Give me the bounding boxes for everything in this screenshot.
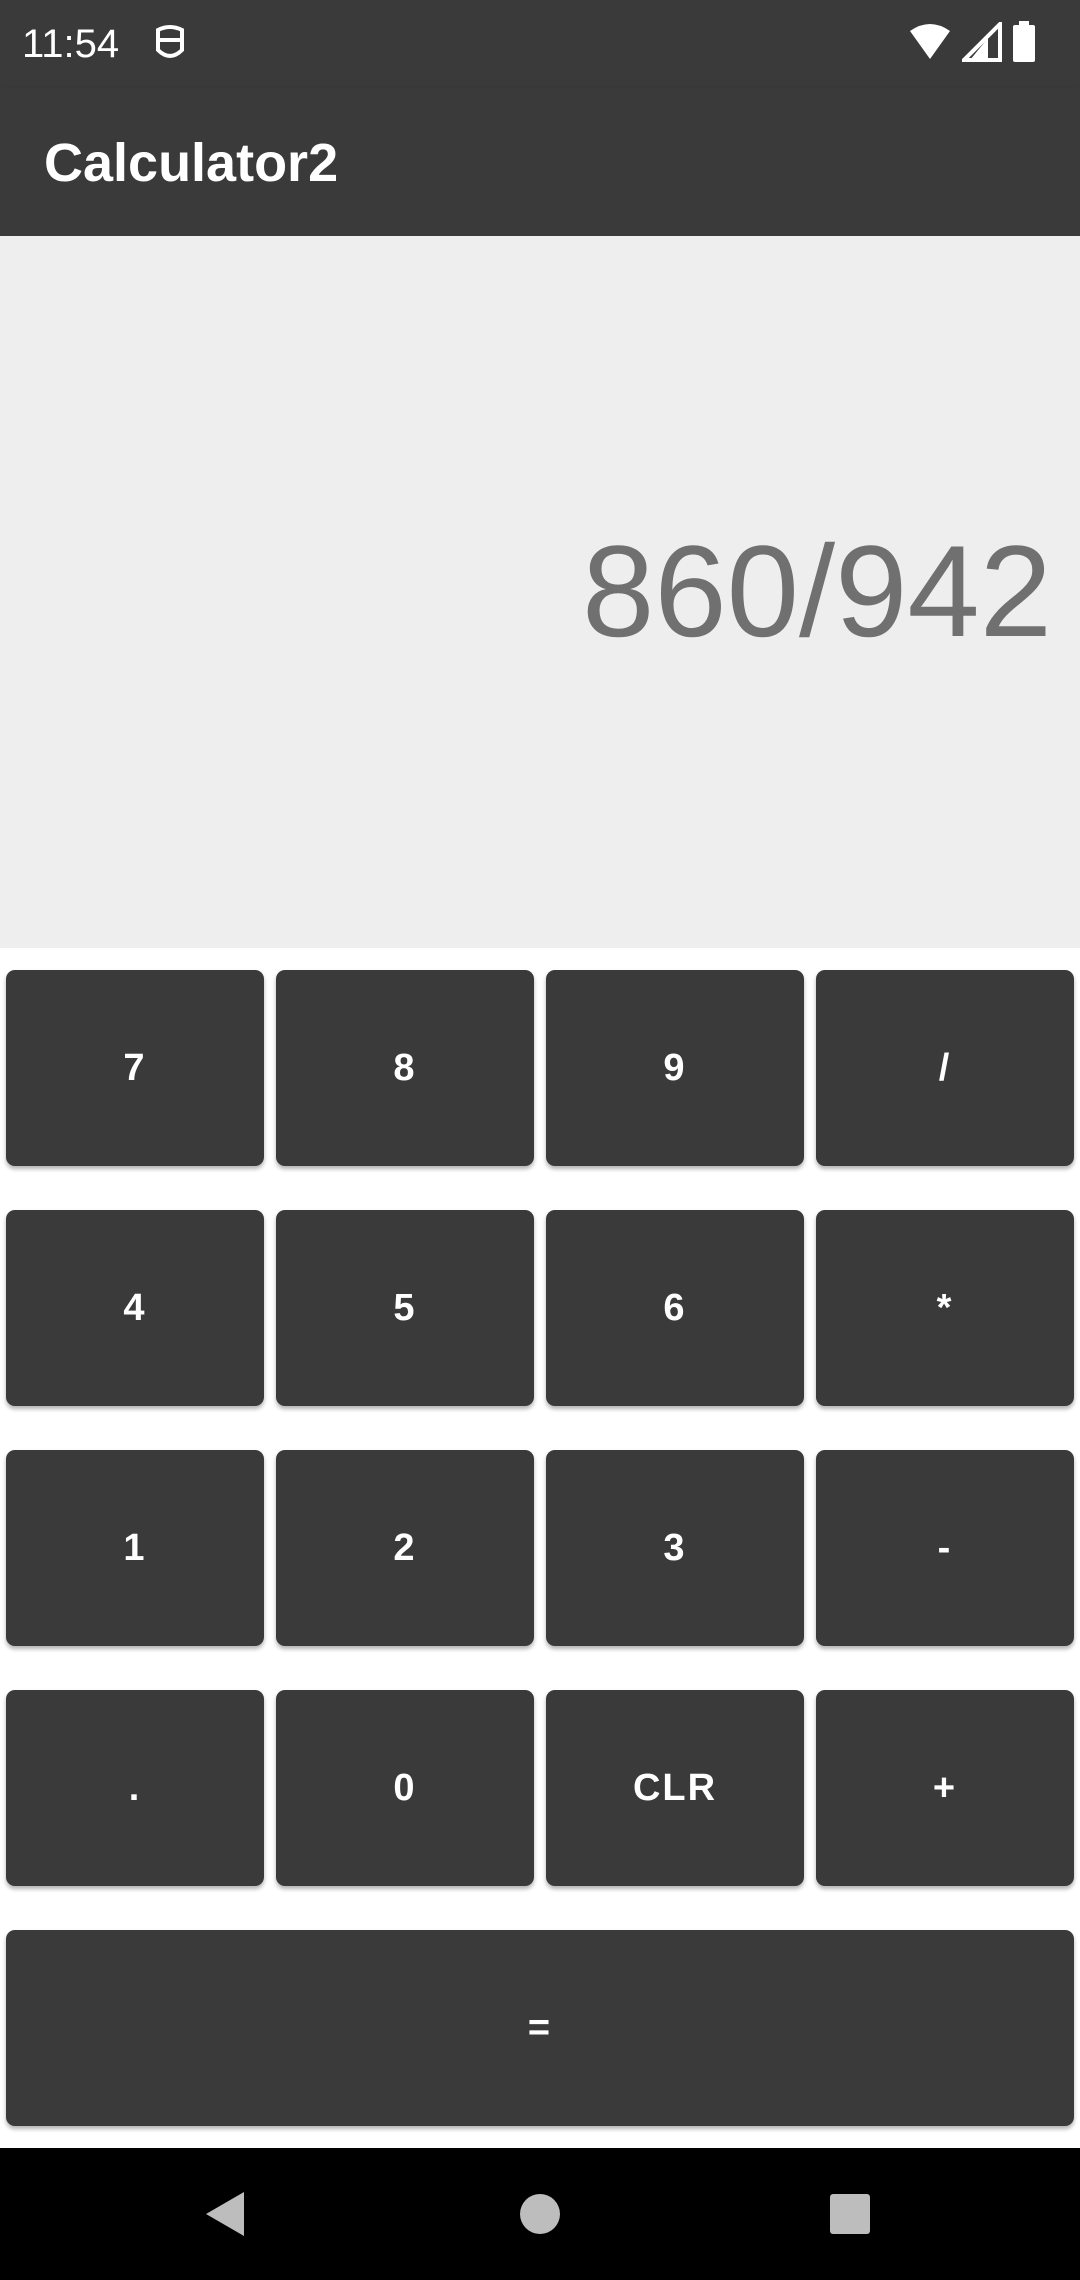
key-2[interactable]: 2 (276, 1450, 534, 1646)
key-clear[interactable]: CLR (546, 1690, 804, 1886)
battery-icon (1012, 20, 1036, 68)
key-9[interactable]: 9 (546, 970, 804, 1166)
navigation-bar (0, 2148, 1080, 2280)
app-title: Calculator2 (44, 133, 339, 193)
display-expression: 860/942 (582, 518, 1052, 664)
key-add[interactable]: + (816, 1690, 1074, 1886)
app-bar: Calculator2 (0, 88, 1080, 236)
key-4[interactable]: 4 (6, 1210, 264, 1406)
key-divide[interactable]: / (816, 970, 1074, 1166)
back-icon[interactable] (196, 2184, 256, 2244)
status-bar: 11:54 (0, 0, 1080, 88)
key-multiply[interactable]: * (816, 1210, 1074, 1406)
recents-icon[interactable] (820, 2184, 880, 2244)
key-decimal[interactable]: . (6, 1690, 264, 1886)
keypad: 7 8 9 / 4 5 6 * 1 2 3 - . 0 CLR + = (0, 948, 1080, 2148)
key-1[interactable]: 1 (6, 1450, 264, 1646)
status-icons (908, 18, 1036, 68)
home-icon[interactable] (510, 2184, 570, 2244)
key-3[interactable]: 3 (546, 1450, 804, 1646)
result-display: 860/942 (0, 236, 1080, 948)
key-8[interactable]: 8 (276, 970, 534, 1166)
status-time: 11:54 (22, 22, 120, 66)
key-5[interactable]: 5 (276, 1210, 534, 1406)
key-0[interactable]: 0 (276, 1690, 534, 1886)
key-subtract[interactable]: - (816, 1450, 1074, 1646)
key-6[interactable]: 6 (546, 1210, 804, 1406)
key-7[interactable]: 7 (6, 970, 264, 1166)
key-equals[interactable]: = (6, 1930, 1074, 2126)
face-icon (150, 22, 190, 66)
wifi-icon (908, 23, 952, 66)
signal-icon (959, 18, 1002, 67)
